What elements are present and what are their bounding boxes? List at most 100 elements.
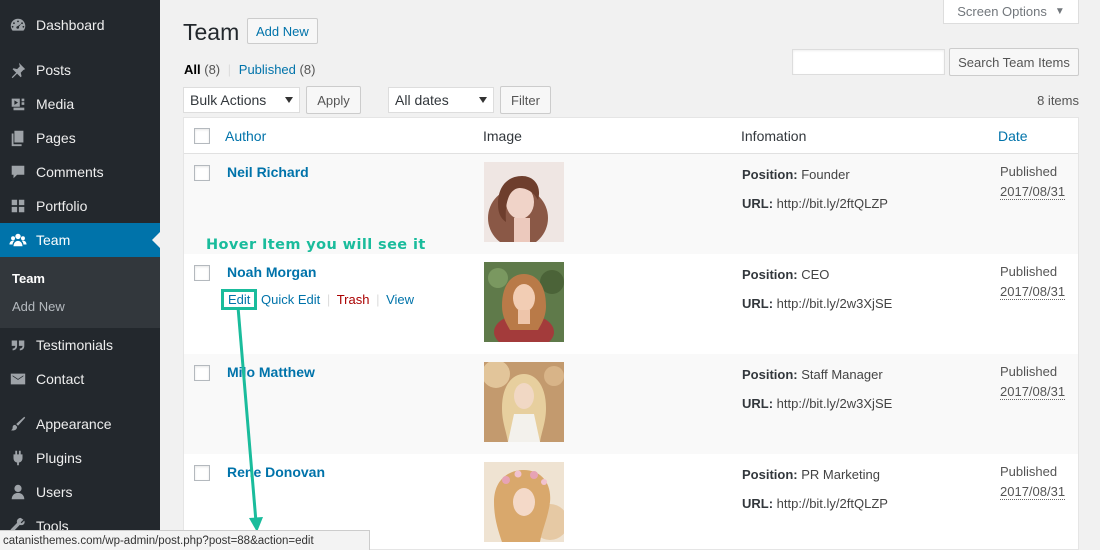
caret-down-icon: ▼ xyxy=(1054,6,1065,17)
sidebar-item-comments[interactable]: Comments xyxy=(0,155,160,189)
position-label: Position: xyxy=(742,367,798,382)
post-status: Published xyxy=(1000,464,1058,479)
post-status: Published xyxy=(1000,364,1058,379)
url-value: http://bit.ly/2ftQLZP xyxy=(776,196,888,211)
sidebar-item-label: Plugins xyxy=(36,450,82,466)
dates-select[interactable]: All dates xyxy=(388,87,494,113)
position-value: Staff Manager xyxy=(801,367,883,382)
view-published-count: (8) xyxy=(299,62,316,77)
post-status: Published xyxy=(1000,164,1058,179)
select-all-checkbox[interactable] xyxy=(194,128,210,144)
column-info: Infomation xyxy=(741,128,807,144)
sidebar-item-dashboard[interactable]: Dashboard xyxy=(0,8,160,42)
sidebar-item-label: Dashboard xyxy=(36,17,105,33)
position-label: Position: xyxy=(742,167,798,182)
browser-status-bar: catanisthemes.com/wp-admin/post.php?post… xyxy=(0,530,370,550)
table-row: Milo Matthew Position: Staff Manager URL… xyxy=(184,354,1078,454)
sidebar-item-pages[interactable]: Pages xyxy=(0,121,160,155)
sidebar-item-team[interactable]: Team xyxy=(0,223,160,257)
column-date[interactable]: Date xyxy=(998,128,1028,144)
url-label: URL: xyxy=(742,496,774,511)
sidebar-item-label: Posts xyxy=(36,62,72,78)
team-member-photo xyxy=(484,362,564,442)
url-label: URL: xyxy=(742,196,774,211)
position-value: PR Marketing xyxy=(801,467,880,482)
post-date: 2017/08/31 xyxy=(1000,484,1066,500)
sidebar-item-appearance[interactable]: Appearance xyxy=(0,407,160,441)
post-status: Published xyxy=(1000,264,1058,279)
sidebar-item-label: Pages xyxy=(36,130,76,146)
submenu-item-add-new[interactable]: Add New xyxy=(12,299,65,314)
media-icon xyxy=(0,95,36,113)
row-checkbox[interactable] xyxy=(194,265,210,281)
view-filters: All (8) | Published (8) xyxy=(184,62,315,77)
screen-options-label: Screen Options xyxy=(957,4,1047,19)
screen-options-button[interactable]: Screen Options ▼ xyxy=(943,0,1079,24)
sidebar-item-label: Comments xyxy=(36,164,104,180)
apply-button[interactable]: Apply xyxy=(306,86,361,114)
table-header: Author Image Infomation Date xyxy=(184,118,1078,154)
grid-icon xyxy=(0,197,36,215)
sidebar-item-testimonials[interactable]: Testimonials xyxy=(0,328,160,362)
sidebar-item-media[interactable]: Media xyxy=(0,87,160,121)
row-checkbox[interactable] xyxy=(194,165,210,181)
mail-icon xyxy=(0,370,36,388)
quote-icon xyxy=(0,336,36,354)
post-date: 2017/08/31 xyxy=(1000,384,1066,400)
sidebar-item-plugins[interactable]: Plugins xyxy=(0,441,160,475)
filter-button[interactable]: Filter xyxy=(500,86,551,114)
sidebar-item-label: Appearance xyxy=(36,416,112,432)
author-name-link[interactable]: Rene Donovan xyxy=(227,464,325,480)
quick-edit-link[interactable]: Quick Edit xyxy=(261,292,320,307)
pages-icon xyxy=(0,129,36,147)
search-team-items-button[interactable]: Search Team Items xyxy=(949,48,1079,76)
edit-link[interactable]: Edit xyxy=(221,289,258,310)
view-link[interactable]: View xyxy=(386,292,414,307)
column-author[interactable]: Author xyxy=(225,128,266,144)
post-date: 2017/08/31 xyxy=(1000,184,1066,200)
plugin-icon xyxy=(0,449,36,467)
bulk-actions-value: Bulk Actions xyxy=(190,92,267,108)
url-label: URL: xyxy=(742,296,774,311)
url-value: http://bit.ly/2ftQLZP xyxy=(776,496,888,511)
view-all-link[interactable]: All xyxy=(184,62,201,77)
sidebar-item-portfolio[interactable]: Portfolio xyxy=(0,189,160,223)
team-member-photo xyxy=(484,462,564,542)
column-image: Image xyxy=(483,128,522,144)
pin-icon xyxy=(0,61,36,79)
dates-value: All dates xyxy=(395,92,449,108)
table-row: Noah Morgan Edit Quick Edit | Trash | Vi… xyxy=(184,254,1078,354)
team-submenu: Team Add New xyxy=(0,257,160,328)
author-name-link[interactable]: Milo Matthew xyxy=(227,364,315,380)
search-input[interactable] xyxy=(792,49,945,75)
position-value: CEO xyxy=(801,267,830,282)
caret-down-icon xyxy=(285,97,293,103)
row-checkbox[interactable] xyxy=(194,465,210,481)
bulk-actions-select[interactable]: Bulk Actions xyxy=(183,87,300,113)
row-checkbox[interactable] xyxy=(194,365,210,381)
sidebar-item-posts[interactable]: Posts xyxy=(0,53,160,87)
info-url: URL: http://bit.ly/2w3XjSE xyxy=(742,296,892,311)
info-url: URL: http://bit.ly/2ftQLZP xyxy=(742,196,888,211)
info-url: URL: http://bit.ly/2w3XjSE xyxy=(742,396,892,411)
post-date: 2017/08/31 xyxy=(1000,284,1066,300)
info-position: Position: PR Marketing xyxy=(742,467,880,482)
hover-annotation-text: Hover Item you will see it xyxy=(206,237,426,253)
add-new-button[interactable]: Add New xyxy=(247,18,318,44)
position-label: Position: xyxy=(742,267,798,282)
sidebar-item-contact[interactable]: Contact xyxy=(0,362,160,396)
info-url: URL: http://bit.ly/2ftQLZP xyxy=(742,496,888,511)
row-actions: Edit Quick Edit | Trash | View xyxy=(221,289,414,310)
author-name-link[interactable]: Neil Richard xyxy=(227,164,309,180)
sidebar-item-label: Testimonials xyxy=(36,337,114,353)
page-title: Team xyxy=(183,19,240,45)
view-published-link[interactable]: Published xyxy=(239,62,296,77)
trash-link[interactable]: Trash xyxy=(337,292,370,307)
sidebar-item-users[interactable]: Users xyxy=(0,475,160,509)
author-name-link[interactable]: Noah Morgan xyxy=(227,264,316,280)
team-items-table: Author Image Infomation Date Neil Richar… xyxy=(183,117,1079,550)
action-separator: | xyxy=(326,292,331,307)
position-value: Founder xyxy=(801,167,850,182)
submenu-item-team[interactable]: Team xyxy=(12,271,45,286)
url-label: URL: xyxy=(742,396,774,411)
